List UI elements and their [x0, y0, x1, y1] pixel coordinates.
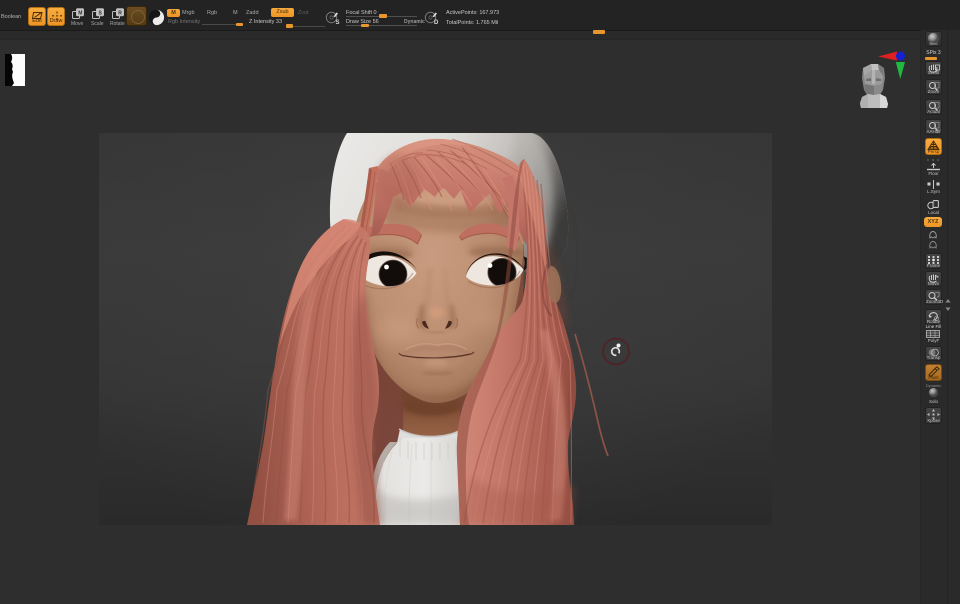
svg-text:D: D [434, 20, 439, 25]
svg-text:S: S [336, 20, 340, 25]
svg-text:M: M [78, 11, 82, 17]
svg-text:R: R [118, 11, 122, 17]
